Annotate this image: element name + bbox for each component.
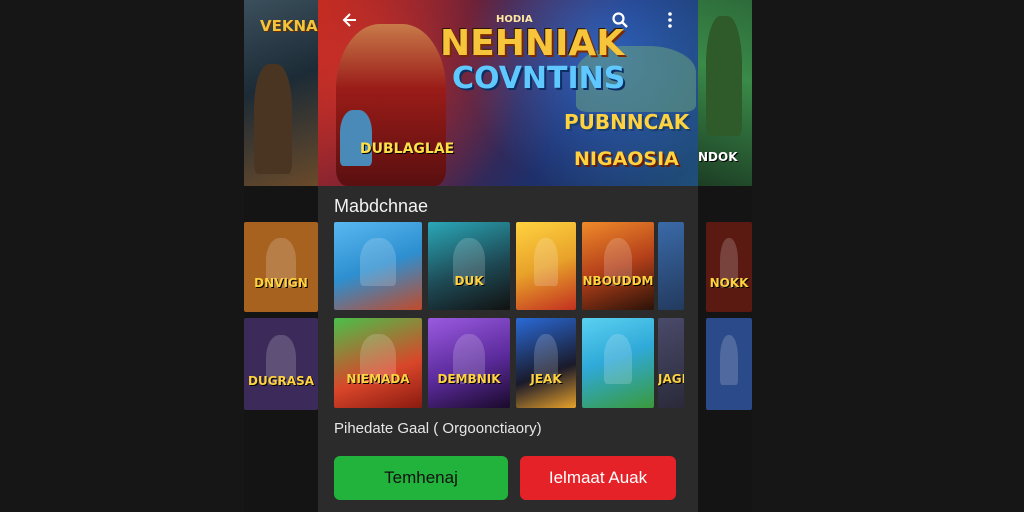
game-thumbnail[interactable] (582, 318, 654, 408)
primary-button[interactable]: Temhenaj (334, 456, 508, 500)
thumbnail-label: DNVIGN (254, 276, 308, 290)
secondary-button[interactable]: Ielmaat Auak (520, 456, 676, 500)
thumbnail-label: NIEMADA (346, 372, 410, 386)
side-thumbnail-right-1[interactable]: NOKK (706, 222, 752, 312)
hero-tag-bottom: NIGAOSIA (574, 148, 679, 170)
hero-tag-left: DUBLAGLAE (360, 141, 455, 157)
game-thumbnail[interactable]: DUK (428, 222, 510, 310)
thumbnail-figure (360, 237, 396, 287)
game-thumbnail[interactable]: NIEMADA (334, 318, 422, 408)
hero-tag-right: PUBNNCAK (564, 110, 690, 134)
side-thumbnail-right-2[interactable] (706, 318, 752, 410)
background-left (0, 0, 244, 512)
game-thumbnail[interactable]: JEAK (516, 318, 576, 408)
side-banner-left[interactable]: VEKNAK (244, 0, 320, 186)
game-thumbnail[interactable] (658, 222, 684, 310)
game-thumbnail[interactable] (516, 222, 576, 310)
background-right (752, 0, 1024, 512)
caption-text: Pihedate Gaal ( Orgoonctiaory) (334, 420, 542, 437)
thumbnail-label: JAGL (658, 372, 684, 386)
side-banner-left-logo: VEKNAK (260, 17, 320, 35)
hero-figure (706, 16, 742, 136)
hero-banner[interactable]: HODIA NEHNIAK COVNTINS PUBNNCAK NIGAOSIA… (318, 0, 698, 186)
more-vert-icon[interactable] (658, 8, 682, 32)
content-panel: Mabdchnae DUK NBOUDDM NIEMADA DEMBNIK JE… (318, 186, 698, 512)
game-thumbnail[interactable] (334, 222, 422, 310)
side-thumbnail-left-1[interactable]: DNVIGN (244, 222, 318, 312)
hero-subtitle: COVNTINS (452, 61, 626, 96)
thumbnail-label: NOKK (709, 276, 749, 290)
game-thumbnail[interactable]: DEMBNIK (428, 318, 510, 408)
thumbnail-label: NBOUDDM (582, 274, 654, 288)
side-banner-right[interactable]: NDOK (696, 0, 752, 186)
thumbnail-figure (719, 334, 739, 386)
side-banner-right-logo: NDOK (698, 150, 738, 164)
thumbnail-figure (603, 334, 633, 384)
thumbnail-label: DUK (454, 274, 484, 288)
thumbnail-label: DUGRASA (247, 374, 314, 388)
hero-title: NEHNIAK (440, 23, 625, 64)
back-arrow-icon[interactable] (336, 8, 360, 32)
thumbnail-figure (534, 237, 558, 287)
side-thumbnail-left-2[interactable]: DUGRASA (244, 318, 318, 410)
thumbnail-label: JEAK (530, 372, 562, 386)
hero-figure-small (340, 110, 372, 166)
thumbnail-label: DEMBNIK (437, 372, 501, 386)
hero-figure (254, 64, 292, 174)
section-title: Mabdchnae (334, 196, 429, 216)
game-thumbnail[interactable]: JAGL (658, 318, 684, 408)
game-thumbnail[interactable]: NBOUDDM (582, 222, 654, 310)
